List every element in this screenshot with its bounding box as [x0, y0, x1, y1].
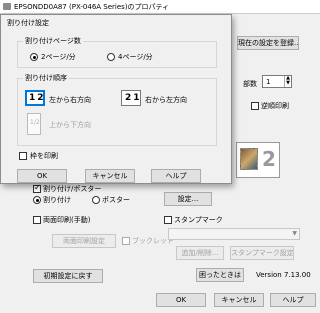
- copies-spin[interactable]: ▲ ▼: [284, 76, 291, 87]
- print-border-checkbox[interactable]: [19, 152, 27, 160]
- ltr-order-icon: 12: [29, 93, 46, 103]
- layout-settings-button[interactable]: 設定...: [164, 192, 212, 206]
- duplex-settings-button[interactable]: 両面印刷設定: [52, 234, 116, 248]
- split-radio[interactable]: [33, 196, 41, 204]
- two-pages-label: 2ページ/分: [41, 53, 76, 61]
- stamp-add-button[interactable]: 追加/削除...: [176, 246, 224, 260]
- main-cancel-button[interactable]: キャンセル: [214, 293, 264, 307]
- dialog-help-button[interactable]: ヘルプ: [151, 169, 201, 183]
- order-ttb-button[interactable]: 1/2: [27, 113, 41, 135]
- pages-group-title: 割り付けページ数: [23, 36, 83, 46]
- order-ttb-label: 上から下方向: [49, 121, 91, 129]
- two-pages-radio[interactable]: [30, 53, 38, 61]
- stamp-label: スタンプマーク: [174, 216, 223, 224]
- split-print-label: 割り付け/ポスター: [43, 185, 102, 193]
- stamp-select[interactable]: ▼: [168, 228, 300, 240]
- reverse-print-checkbox[interactable]: [251, 102, 259, 110]
- duplex-label: 両面印刷(手動): [43, 216, 91, 224]
- preview-page-number: 2: [262, 147, 276, 171]
- order-ltr-button[interactable]: 12: [25, 90, 45, 106]
- four-pages-radio[interactable]: [107, 53, 115, 61]
- current-settings-button[interactable]: 現在の設定を登録...: [237, 36, 299, 50]
- layout-dialog: 割り付け設定 割り付けページ数 2ページ/分 4ページ/分 割り付け順序 12 …: [0, 14, 232, 184]
- rtl-order-icon: 21: [125, 93, 142, 103]
- stamp-checkbox[interactable]: [164, 216, 172, 224]
- order-group: [17, 78, 217, 146]
- window-title: EPSONDD0A87 (PX-046A Series)のプロパティ: [14, 3, 170, 11]
- main-ok-button[interactable]: OK: [156, 293, 206, 307]
- dialog-cancel-button[interactable]: キャンセル: [85, 169, 135, 183]
- dialog-ok-button[interactable]: OK: [17, 169, 67, 183]
- order-rtl-button[interactable]: 21: [121, 90, 141, 106]
- booklet-checkbox[interactable]: [122, 237, 130, 245]
- reset-button[interactable]: 初期設定に戻す: [33, 269, 103, 283]
- help-trouble-button[interactable]: 困ったときは: [196, 268, 244, 282]
- reverse-print-label: 逆順印刷: [261, 102, 289, 110]
- main-help-button[interactable]: ヘルプ: [270, 293, 316, 307]
- printer-icon: [3, 3, 11, 10]
- poster-radio-label: ポスター: [102, 196, 130, 204]
- four-pages-label: 4ページ/分: [118, 53, 153, 61]
- duplex-checkbox[interactable]: [33, 216, 41, 224]
- print-border-label: 枠を印刷: [30, 152, 58, 160]
- order-ltr-label: 左から右方向: [49, 96, 91, 104]
- version-text: Version 7.13.00: [256, 271, 311, 279]
- window-titlebar: EPSONDD0A87 (PX-046A Series)のプロパティ: [0, 0, 320, 14]
- poster-radio[interactable]: [92, 196, 100, 204]
- ttb-order-icon: 1/2: [30, 119, 40, 126]
- split-print-checkbox[interactable]: [33, 183, 41, 193]
- chevron-down-icon: ▼: [292, 230, 297, 237]
- order-rtl-label: 右から左方向: [145, 96, 187, 104]
- dialog-title: 割り付け設定: [7, 19, 49, 27]
- copies-label: 部数: [243, 80, 257, 88]
- stamp-settings-button[interactable]: スタンプマーク設定...: [230, 246, 294, 260]
- order-group-title: 割り付け順序: [23, 73, 69, 83]
- copies-input[interactable]: 1 ▲ ▼: [262, 75, 292, 88]
- split-radio-label: 割り付け: [43, 196, 71, 204]
- preview-photo-icon: [240, 148, 258, 170]
- print-preview: 2: [236, 142, 280, 178]
